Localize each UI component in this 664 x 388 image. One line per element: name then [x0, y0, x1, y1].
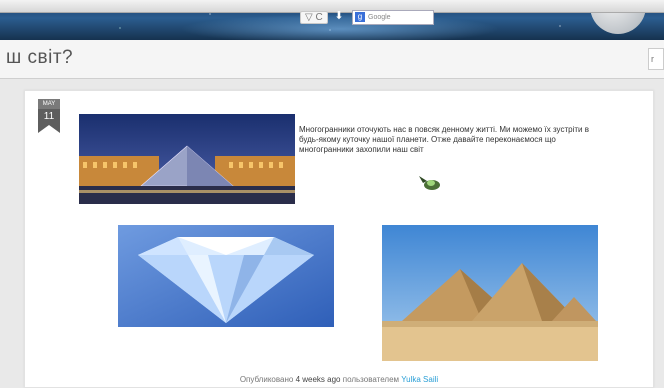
author-link[interactable]: Yulka Saili	[401, 375, 438, 384]
site-title[interactable]: ш світ?	[6, 47, 73, 69]
download-arrow-icon[interactable]: ⬇	[333, 10, 345, 22]
date-badge-tail	[38, 125, 60, 133]
date-day: 11	[38, 109, 60, 125]
byline-mid: пользователем	[342, 375, 400, 384]
date-badge: MAY 11	[38, 99, 60, 133]
post-card: MAY 11 Многогранники оточують нас в повс…	[24, 90, 654, 388]
post-text: Многогранники оточують нас в повсяк денн…	[299, 125, 589, 154]
post-byline: Опубликовано 4 weeks ago пользователем Y…	[25, 375, 653, 384]
byline-time: 4 weeks ago	[295, 375, 341, 384]
browser-search-input[interactable]: g Google	[352, 10, 434, 25]
byline-prefix: Опубликовано	[239, 375, 294, 384]
louvre-pyramid-image	[79, 114, 295, 204]
diamond-image	[118, 225, 334, 327]
browser-banner: ▽ C ⬇ g Google	[0, 0, 664, 40]
animated-cursor-icon	[417, 174, 443, 192]
site-search-input[interactable]: r	[648, 48, 664, 70]
address-bar-tail[interactable]: ▽ C	[300, 11, 328, 24]
google-g-icon: g	[355, 12, 365, 22]
browser-toolbar	[0, 0, 664, 13]
site-header: ш світ? r	[0, 40, 664, 79]
date-month: MAY	[38, 99, 60, 109]
search-placeholder: Google	[368, 14, 391, 21]
giza-pyramids-image	[382, 225, 598, 361]
